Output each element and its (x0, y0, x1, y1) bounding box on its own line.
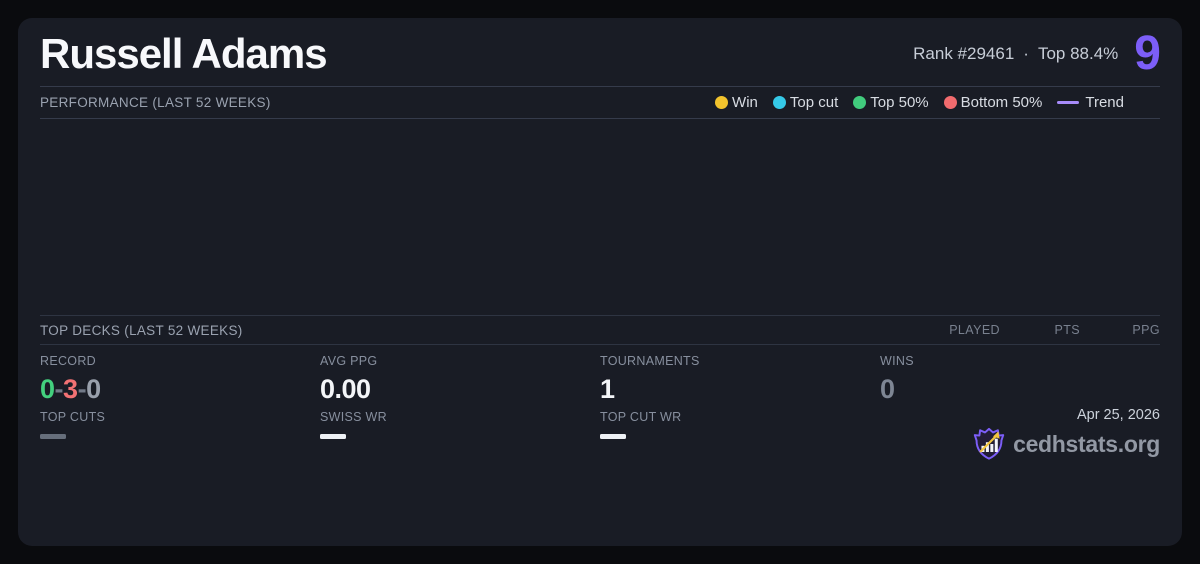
record-label: RECORD (40, 354, 320, 368)
record-losses: 3 (63, 374, 78, 404)
legend-label: Bottom 50% (961, 94, 1043, 111)
top-decks-header: TOP DECKS (LAST 52 WEEKS) PLAYED PTS PPG (40, 316, 1160, 344)
site-name: cedhstats.org (1013, 431, 1160, 458)
score-badge: 9 (1134, 32, 1160, 75)
legend-item-trend: Trend (1057, 94, 1124, 111)
trend-line-icon (1057, 101, 1079, 104)
avg-ppg-label: AVG PPG (320, 354, 600, 368)
top-cut-wr-label: TOP CUT WR (600, 410, 880, 424)
record-separator: - (78, 374, 87, 404)
record-value: 0-3-0 (40, 376, 320, 403)
top50-dot-icon (853, 96, 866, 109)
wins-label: WINS (880, 354, 1160, 368)
tournaments-value: 1 (600, 376, 880, 403)
card-header: Russell Adams Rank #29461 · Top 88.4% 9 (40, 18, 1160, 86)
performance-header: PERFORMANCE (LAST 52 WEEKS) Win Top cut … (40, 87, 1160, 118)
avg-ppg-value: 0.00 (320, 376, 600, 403)
rank-label: Rank #29461 (913, 44, 1014, 64)
performance-chart (40, 119, 1160, 315)
top-decks-title: TOP DECKS (LAST 52 WEEKS) (40, 323, 243, 338)
tournaments-label: TOURNAMENTS (600, 354, 880, 368)
footer-brand-area: Apr 25, 2026 cedhstats.org (880, 406, 1160, 546)
record-draws: 0 (86, 374, 101, 404)
legend-item-top50: Top 50% (853, 94, 928, 111)
swiss-wr-label: SWISS WR (320, 410, 600, 424)
stats-grid: RECORD AVG PPG TOURNAMENTS WINS 0-3-0 0.… (40, 345, 1160, 546)
top-decks-columns: PLAYED PTS PPG (920, 323, 1160, 337)
legend-item-bottom50: Bottom 50% (944, 94, 1043, 111)
top-percent-label: Top 88.4% (1038, 44, 1118, 64)
record-wins: 0 (40, 374, 55, 404)
page-title: Russell Adams (40, 33, 327, 75)
top-cuts-empty-value (40, 434, 66, 439)
chart-legend: Win Top cut Top 50% Bottom 50% Trend (715, 94, 1160, 111)
player-stats-card: Russell Adams Rank #29461 · Top 88.4% 9 … (18, 18, 1182, 546)
record-separator: - (55, 374, 64, 404)
column-header-ppg: PPG (1080, 323, 1160, 337)
cedhstats-logo-icon (973, 427, 1005, 461)
rank-separator: · (1023, 44, 1029, 64)
column-header-played: PLAYED (920, 323, 1000, 337)
top-cut-wr-empty-value (600, 434, 626, 439)
legend-label: Trend (1085, 94, 1124, 111)
swiss-wr-empty-value (320, 434, 346, 439)
legend-label: Top 50% (870, 94, 928, 111)
top-cut-dot-icon (773, 96, 786, 109)
top-cuts-label: TOP CUTS (40, 410, 320, 424)
legend-label: Top cut (790, 94, 838, 111)
wins-value: 0 (880, 376, 1160, 403)
legend-item-top-cut: Top cut (773, 94, 838, 111)
legend-label: Win (732, 94, 758, 111)
rank-info: Rank #29461 · Top 88.4% (913, 44, 1118, 64)
performance-title: PERFORMANCE (LAST 52 WEEKS) (40, 95, 271, 110)
legend-item-win: Win (715, 94, 758, 111)
bottom50-dot-icon (944, 96, 957, 109)
rank-group: Rank #29461 · Top 88.4% 9 (913, 32, 1160, 75)
win-dot-icon (715, 96, 728, 109)
card-date: Apr 25, 2026 (1077, 406, 1160, 424)
column-header-pts: PTS (1000, 323, 1080, 337)
brand-row: cedhstats.org (973, 427, 1160, 461)
